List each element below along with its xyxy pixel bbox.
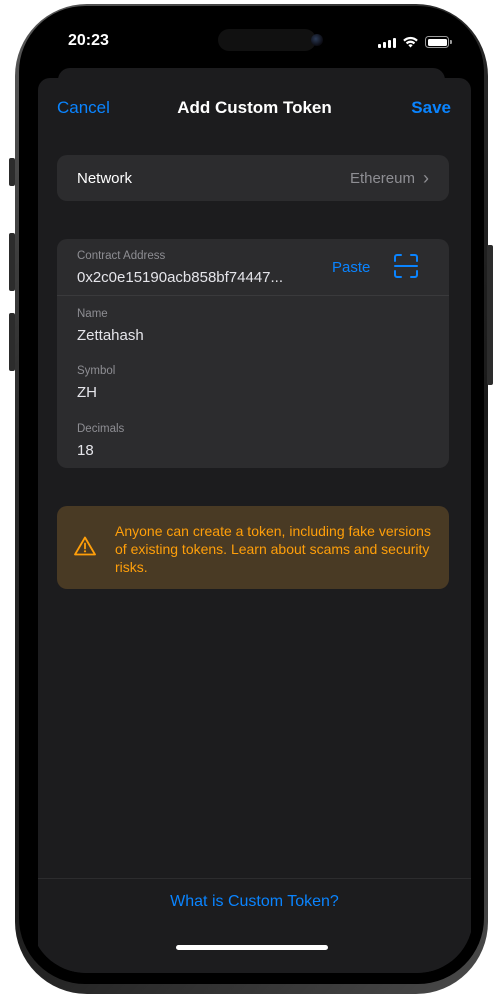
wifi-icon bbox=[403, 36, 418, 48]
name-value[interactable]: Zettahash bbox=[77, 327, 144, 344]
network-value: Ethereum bbox=[349, 169, 415, 187]
battery-icon bbox=[425, 36, 452, 48]
warning-triangle-icon bbox=[74, 536, 96, 556]
save-button[interactable]: Save bbox=[411, 98, 451, 118]
home-indicator[interactable] bbox=[176, 945, 328, 950]
symbol-value[interactable]: ZH bbox=[77, 384, 115, 401]
chevron-right-icon: › bbox=[423, 168, 429, 188]
decimals-value[interactable]: 18 bbox=[77, 442, 124, 459]
paste-button[interactable]: Paste bbox=[332, 259, 370, 276]
status-time: 20:23 bbox=[68, 32, 109, 49]
network-selector[interactable]: Network Ethereum › bbox=[57, 155, 449, 201]
symbol-field[interactable]: Symbol ZH bbox=[77, 365, 115, 401]
decimals-label: Decimals bbox=[77, 423, 125, 435]
cellular-signal-icon bbox=[378, 37, 396, 48]
what-is-custom-token-link[interactable]: What is Custom Token? bbox=[38, 893, 471, 911]
contract-address-value[interactable]: 0x2c0e15190acb858bf74447... bbox=[77, 269, 283, 286]
bottom-bar: What is Custom Token? bbox=[38, 878, 471, 973]
network-label: Network bbox=[77, 169, 133, 187]
volume-down-button bbox=[9, 313, 15, 371]
page-title: Add Custom Token bbox=[177, 98, 332, 117]
power-button bbox=[487, 245, 493, 385]
warning-text: Anyone can create a token, including fak… bbox=[115, 523, 431, 575]
name-label: Name bbox=[77, 308, 108, 320]
silent-switch bbox=[9, 158, 15, 186]
network-value-group: Ethereum › bbox=[350, 169, 429, 187]
dynamic-island bbox=[218, 29, 316, 51]
screen: 20:23 Cancel Add Custom Token Save Netwo… bbox=[30, 16, 473, 973]
front-camera-icon bbox=[311, 34, 323, 46]
divider bbox=[57, 295, 449, 296]
token-fields-card: Contract Address 0x2c0e15190acb858bf7444… bbox=[57, 239, 449, 468]
decimals-field[interactable]: Decimals 18 bbox=[77, 423, 124, 459]
symbol-label: Symbol bbox=[77, 365, 116, 377]
add-custom-token-sheet: Cancel Add Custom Token Save Network Eth… bbox=[38, 78, 471, 973]
status-icons bbox=[378, 36, 452, 48]
contract-address-label: Contract Address bbox=[77, 250, 166, 262]
qr-scan-icon[interactable] bbox=[393, 253, 419, 279]
contract-address-field[interactable]: Contract Address 0x2c0e15190acb858bf7444… bbox=[77, 250, 283, 286]
volume-up-button bbox=[9, 233, 15, 291]
scam-warning-banner[interactable]: Anyone can create a token, including fak… bbox=[57, 506, 449, 589]
name-field[interactable]: Name Zettahash bbox=[77, 308, 144, 344]
